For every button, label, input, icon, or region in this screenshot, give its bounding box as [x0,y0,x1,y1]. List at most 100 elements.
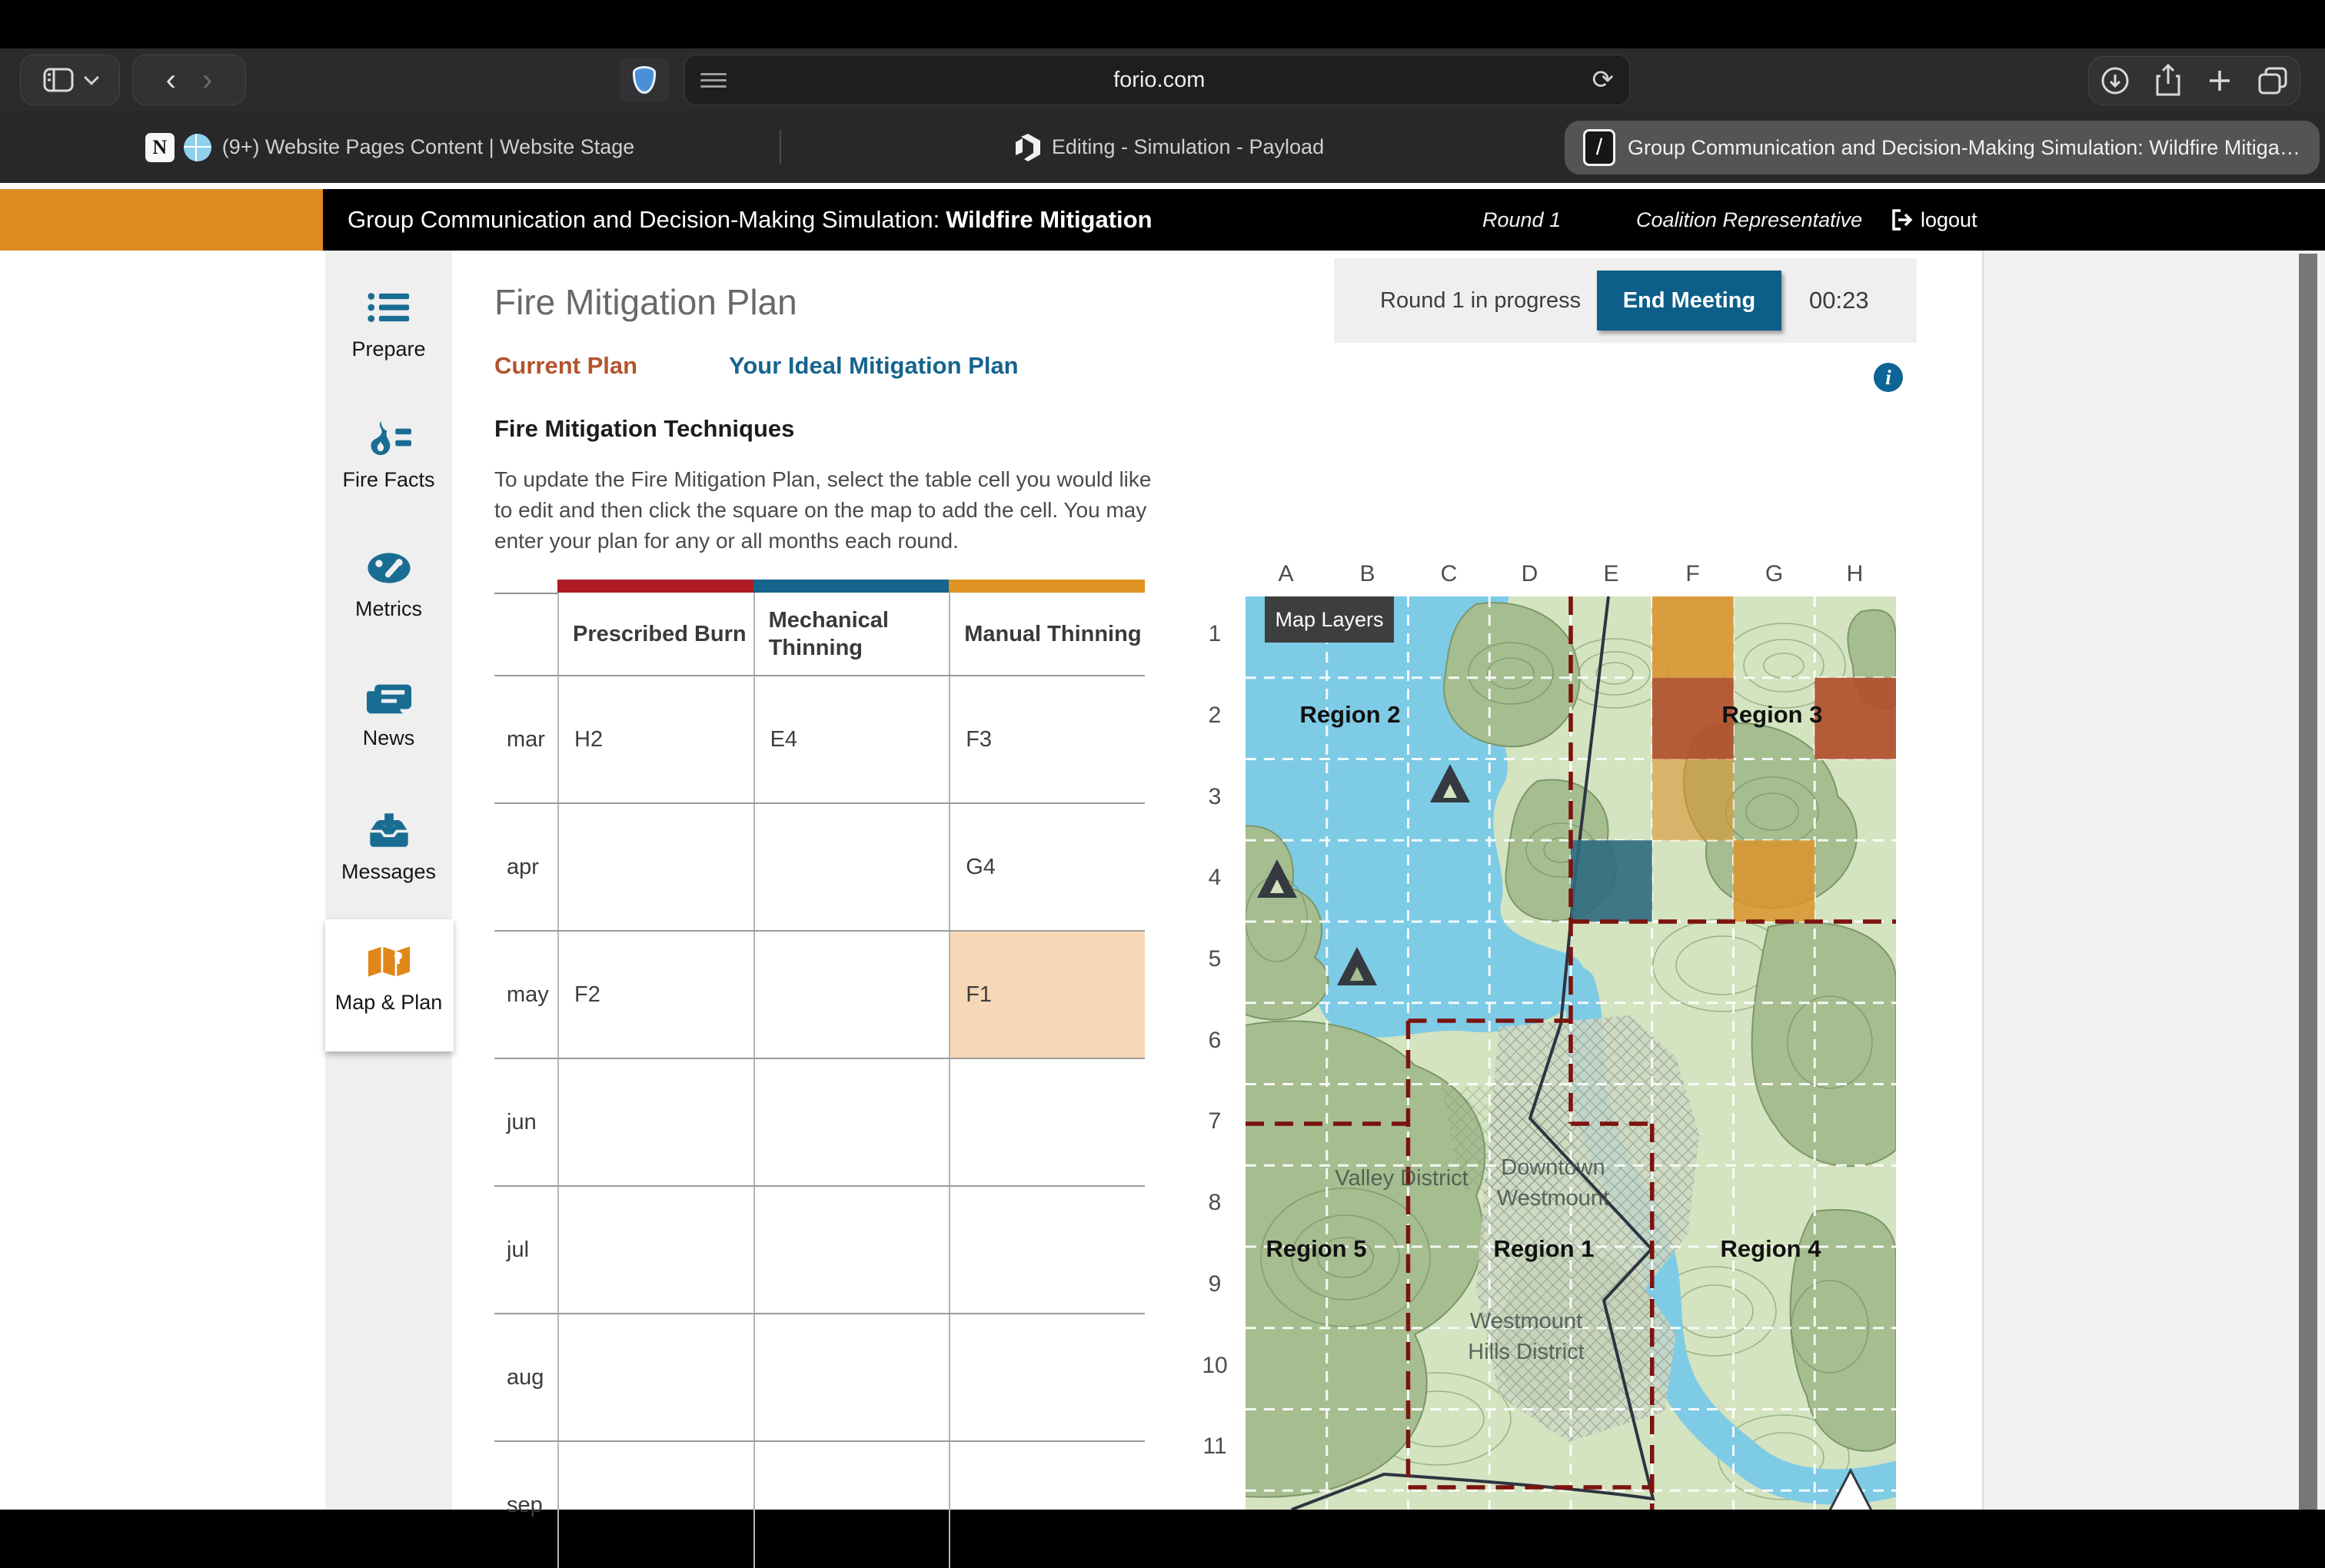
map-col-label: D [1489,561,1570,587]
month-label: apr [494,804,557,930]
plan-cell-jun-manual-thinning[interactable] [949,1059,1145,1185]
browser-window: ‹ › forio.com ⟳ [0,0,2325,1510]
plan-cell-apr-mechanical-thinning[interactable] [753,804,950,930]
map-row-label: 3 [1193,784,1236,810]
back-button[interactable]: ‹ [166,65,176,95]
address-bar[interactable]: forio.com ⟳ [684,55,1630,105]
plan-cell-may-mechanical-thinning[interactable] [753,932,950,1058]
url-text[interactable]: forio.com [727,68,1592,93]
mechanical-thinning-bar [753,580,950,593]
plan-cell-jul-mechanical-thinning[interactable] [753,1187,950,1313]
plan-cell-aug-mechanical-thinning[interactable] [753,1314,950,1440]
sidebar-item-metrics[interactable]: Metrics [325,550,452,621]
logout-button[interactable]: logout [1890,189,1977,251]
info-icon[interactable]: i [1874,363,1903,392]
map-cell-H2[interactable] [1814,678,1896,759]
plan-cell-apr-manual-thinning[interactable]: G4 [949,804,1145,930]
brand-color-block [0,189,323,251]
district-label: Westmount [1497,1186,1609,1211]
month-label: sep [494,1442,557,1568]
tab-website-pages[interactable]: N (9+) Website Pages Content | Website S… [0,111,780,183]
app-title-bold: Wildfire Mitigation [946,206,1152,234]
plan-cell-jun-prescribed-burn[interactable] [557,1059,753,1185]
map-row-label: 6 [1193,1028,1236,1054]
tab-overview-icon[interactable] [2257,65,2289,96]
plan-cell-jul-manual-thinning[interactable] [949,1187,1145,1313]
map-col-label: G [1734,561,1814,587]
plan-cell-sep-prescribed-burn[interactable] [557,1442,753,1568]
folded-map-icon [366,944,412,979]
plan-cell-jul-prescribed-burn[interactable] [557,1187,753,1313]
new-tab-icon[interactable] [2205,66,2234,95]
district-label: Valley District [1335,1166,1469,1191]
district-label: Westmount [1470,1309,1582,1334]
notion-icon: N [145,133,175,162]
month-label: may [494,932,557,1058]
region-label: Region 1 [1494,1235,1595,1262]
tab-editing-simulation[interactable]: Editing - Simulation - Payload [781,111,1558,183]
table-row-aug: aug [494,1313,1145,1440]
downloads-icon[interactable] [2100,65,2130,96]
plan-cell-aug-prescribed-burn[interactable] [557,1314,753,1440]
month-header-cell [494,593,557,675]
map-layers-button[interactable]: Map Layers [1265,596,1394,643]
forward-button[interactable]: › [202,65,212,95]
payload-icon [1015,133,1041,162]
sidebar-label: Messages [325,860,452,884]
browser-toolbar: ‹ › forio.com ⟳ [0,48,2325,111]
flame-list-icon [367,420,411,457]
map-col-label: B [1327,561,1408,587]
tab-active-simulation[interactable]: / Group Communication and Decision-Makin… [1565,121,2320,174]
privacy-shield-button[interactable] [620,58,669,102]
plan-cell-apr-prescribed-burn[interactable] [557,804,753,930]
tab-current-plan[interactable]: Current Plan [494,352,637,380]
district-label: Hills District [1468,1340,1584,1364]
map-cell-E4[interactable] [1571,840,1652,922]
table-row-jul: jul [494,1185,1145,1313]
sidebar-item-news[interactable]: News [325,681,452,750]
plan-cell-jun-mechanical-thinning[interactable] [753,1059,950,1185]
sidebar-label: News [325,726,452,750]
table-row-sep: sep [494,1440,1145,1568]
gauge-icon [367,550,411,586]
map-cell-F3[interactable] [1652,759,1734,841]
sidebar-label: Metrics [325,597,452,621]
plan-cell-may-manual-thinning-selected[interactable]: F1 [949,932,1145,1058]
sidebar-item-fire-facts[interactable]: Fire Facts [325,420,452,492]
plan-cell-aug-manual-thinning[interactable] [949,1314,1145,1440]
month-label: aug [494,1314,557,1440]
sidebar-item-map-plan[interactable]: Map & Plan [325,944,452,1015]
region-label: Region 2 [1300,701,1401,728]
plan-cell-mar-prescribed-burn[interactable]: H2 [557,676,753,802]
meeting-status-bar: Round 1 in progress End Meeting 00:23 [1334,258,1917,343]
wildfire-map[interactable]: Region 2 Region 3 Region 5 Region 1 Regi… [1246,596,1896,1510]
reader-view-icon[interactable] [700,69,727,91]
plan-cell-mar-manual-thinning[interactable]: F3 [949,676,1145,802]
plan-cell-mar-mechanical-thinning[interactable]: E4 [753,676,950,802]
table-row-mar: mar H2 E4 F3 [494,675,1145,802]
plan-cell-sep-mechanical-thinning[interactable] [753,1442,950,1568]
sidebar-item-prepare[interactable]: Prepare [325,289,452,361]
plan-cell-sep-manual-thinning[interactable] [949,1442,1145,1568]
map-row-label: 2 [1193,703,1236,729]
table-color-bars [557,580,1145,593]
map-col-label: A [1246,561,1326,587]
sidebar-label: Prepare [325,337,452,361]
sidebar-toggle-button[interactable] [20,55,120,105]
app-header: Group Communication and Decision-Making … [0,189,2325,251]
table-header-row: Prescribed Burn Mechanical Thinning Manu… [494,593,1145,675]
region-label: Region 4 [1721,1235,1822,1262]
map-cell-F1[interactable] [1652,596,1734,678]
app-title: Group Communication and Decision-Making … [348,189,1153,251]
plan-cell-may-prescribed-burn[interactable]: F2 [557,932,753,1058]
map-cell-G4[interactable] [1734,840,1815,922]
end-meeting-button[interactable]: End Meeting [1597,271,1781,331]
sidebar-item-messages[interactable]: Messages [325,812,452,884]
tab-ideal-plan[interactable]: Your Ideal Mitigation Plan [729,352,1019,380]
share-icon[interactable] [2153,64,2184,98]
scrollbar-thumb[interactable] [2299,254,2317,1510]
column-header: Manual Thinning [949,593,1145,675]
manual-thinning-bar [949,580,1145,593]
nav-buttons: ‹ › [132,55,246,105]
reload-icon[interactable]: ⟳ [1592,65,1615,95]
